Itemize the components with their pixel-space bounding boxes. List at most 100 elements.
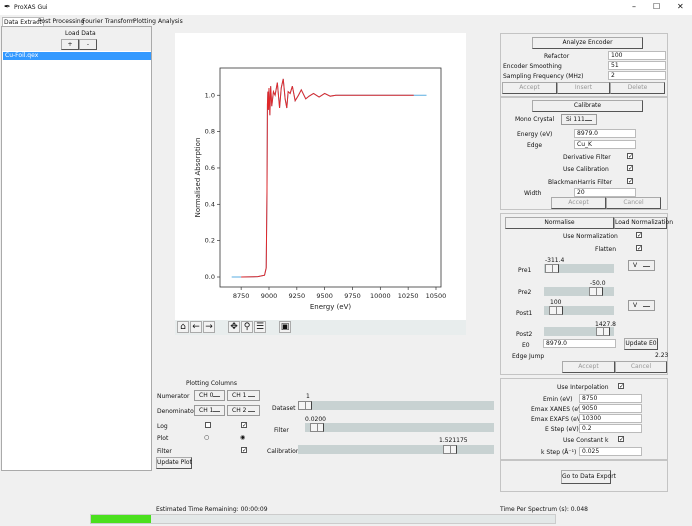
use-interpolation-checkbox[interactable]: ✓ xyxy=(618,383,624,390)
close-button[interactable]: ✕ xyxy=(677,2,684,11)
encoder-delete-button[interactable]: Delete xyxy=(610,82,665,94)
load-normalization-button[interactable]: Load Normalization xyxy=(614,217,673,229)
log-label: Log xyxy=(157,423,168,430)
e0-label: E0 xyxy=(522,342,530,349)
y-tick-label: 0.0 xyxy=(205,273,215,281)
numerator-b-select[interactable]: CH 1 xyxy=(227,390,260,401)
tab-plotting[interactable]: Plotting xyxy=(132,17,157,26)
pre1-slider[interactable] xyxy=(544,264,614,273)
forward-icon[interactable]: → xyxy=(203,321,215,333)
emin-label: Emin (eV) xyxy=(543,396,573,403)
zoom-icon[interactable]: ⚲ xyxy=(241,321,253,333)
frequency-input[interactable]: 2 xyxy=(608,71,666,80)
emin-input[interactable]: 8750 xyxy=(579,394,642,403)
plot-toolbar xyxy=(175,320,466,335)
filter-checkbox[interactable]: ✓ xyxy=(241,447,247,454)
save-icon[interactable]: ▣ xyxy=(279,321,291,333)
denominator-b-select[interactable]: CH 2 xyxy=(227,405,260,416)
tab-analysis[interactable]: Analysis xyxy=(157,17,184,26)
pre-order-select[interactable]: V xyxy=(628,260,655,271)
plot-a-radio[interactable]: ○ xyxy=(204,434,209,441)
calibrate-accept-button[interactable]: Accept xyxy=(551,197,606,209)
log-b-checkbox[interactable]: ✓ xyxy=(241,422,247,429)
filter-label: Filter xyxy=(157,448,172,455)
maximize-button[interactable]: ☐ xyxy=(653,2,660,11)
denominator-a-select[interactable]: CH 1 xyxy=(194,405,225,416)
plotting-columns-title: Plotting Columns xyxy=(186,380,237,387)
mono-crystal-select[interactable]: Si 111 xyxy=(561,114,597,125)
remove-file-button[interactable]: - xyxy=(79,39,97,50)
numerator-a-select[interactable]: CH 0 xyxy=(194,390,225,401)
derivative-filter-checkbox[interactable]: ✓ xyxy=(627,153,633,160)
plot-canvas[interactable]: 8750 9000 9250 9500 9750 10000 10250 10500 0.0 0.… xyxy=(175,33,466,320)
calibrate-cancel-button[interactable]: Cancel xyxy=(606,197,661,209)
calibration-slider[interactable] xyxy=(298,445,494,454)
filter-slider-thumb[interactable] xyxy=(310,423,324,432)
e0-input[interactable]: 8979.0 xyxy=(543,339,616,348)
filter-slider[interactable] xyxy=(305,423,494,432)
normalise-cancel-button[interactable]: Cancel xyxy=(615,361,667,373)
go-to-data-export-button[interactable]: Go to Data Export xyxy=(561,470,616,484)
kstep-input[interactable]: 0.025 xyxy=(579,447,642,456)
calibrate-button[interactable]: Calibrate xyxy=(532,100,643,112)
use-interpolation-label: Use Interpolation xyxy=(557,384,609,391)
update-e0-button[interactable]: Update E0 xyxy=(624,338,658,350)
constant-k-label: Use Constant k xyxy=(563,437,609,444)
mono-crystal-label: Mono Crystal xyxy=(515,116,555,123)
refactor-input[interactable]: 100 xyxy=(608,51,666,60)
home-icon[interactable]: ⌂ xyxy=(177,321,189,333)
constant-k-checkbox[interactable]: ✓ xyxy=(618,436,624,443)
tab-post-processing[interactable]: Post Processing xyxy=(37,17,86,26)
pre2-slider-thumb[interactable] xyxy=(589,287,603,296)
dataset-value: 1 xyxy=(306,393,310,400)
use-calibration-checkbox[interactable]: ✓ xyxy=(627,165,633,172)
log-a-checkbox[interactable] xyxy=(205,422,211,428)
width-input[interactable]: 20 xyxy=(574,188,636,197)
pre1-slider-thumb[interactable] xyxy=(545,264,559,273)
app-icon: ✒ xyxy=(4,2,11,11)
y-tick-label: 0.8 xyxy=(205,128,215,136)
use-normalization-checkbox[interactable]: ✓ xyxy=(636,232,642,239)
pre2-slider[interactable] xyxy=(544,287,614,296)
emax-xanes-input[interactable]: 9050 xyxy=(579,404,642,413)
post2-slider-thumb[interactable] xyxy=(596,327,610,336)
use-normalization-label: Use Normalization xyxy=(563,233,618,240)
encoder-insert-button[interactable]: Insert xyxy=(557,82,610,94)
normalise-accept-button[interactable]: Accept xyxy=(562,361,615,373)
edge-input[interactable]: Cu_K xyxy=(574,140,636,149)
progress-fill xyxy=(91,515,152,523)
calibration-slider-thumb[interactable] xyxy=(443,445,457,454)
post1-slider[interactable] xyxy=(544,306,614,315)
dataset-slider-thumb[interactable] xyxy=(298,401,312,410)
y-tick-label: 0.4 xyxy=(205,200,215,208)
pan-icon[interactable]: ✥ xyxy=(228,321,240,333)
update-plot-button[interactable]: Update Plot xyxy=(156,457,192,469)
back-icon[interactable]: ← xyxy=(190,321,202,333)
width-label: Width xyxy=(524,190,542,197)
plot-label: Plot xyxy=(157,435,169,442)
post2-slider[interactable] xyxy=(544,327,614,336)
post1-slider-thumb[interactable] xyxy=(549,306,563,315)
post-order-select[interactable]: V xyxy=(628,300,655,311)
emax-exafs-input[interactable]: 10300 xyxy=(579,414,642,423)
refactor-label: Refactor xyxy=(544,53,570,60)
time-per-spectrum: Time Per Spectrum (s): 0.048 xyxy=(500,506,588,513)
estep-input[interactable]: 0.2 xyxy=(579,424,642,433)
plot-b-radio[interactable]: ◉ xyxy=(240,434,245,441)
add-file-button[interactable]: + xyxy=(61,39,79,50)
smoothing-input[interactable]: 51 xyxy=(608,61,666,70)
tab-fourier-transform[interactable]: Fourier Transform xyxy=(81,17,136,26)
configure-icon[interactable]: ☰ xyxy=(254,321,266,333)
minimize-button[interactable]: – xyxy=(632,2,636,11)
blackman-filter-label: BlackmanHarris Filter xyxy=(548,179,613,186)
x-tick-label: 9500 xyxy=(316,292,333,300)
blackman-filter-checkbox[interactable]: ✓ xyxy=(627,178,633,185)
flatten-checkbox[interactable]: ✓ xyxy=(636,245,642,252)
dataset-slider[interactable] xyxy=(298,401,494,410)
energy-input[interactable]: 8979.0 xyxy=(574,129,636,138)
analyze-encoder-button[interactable]: Analyze Encoder xyxy=(532,37,643,49)
normalise-button[interactable]: Normalise xyxy=(505,217,614,229)
file-list-item[interactable]: Cu-Foil.qex xyxy=(3,52,151,60)
encoder-accept-button[interactable]: Accept xyxy=(502,82,557,94)
pre1-value: -311.4 xyxy=(545,257,565,264)
